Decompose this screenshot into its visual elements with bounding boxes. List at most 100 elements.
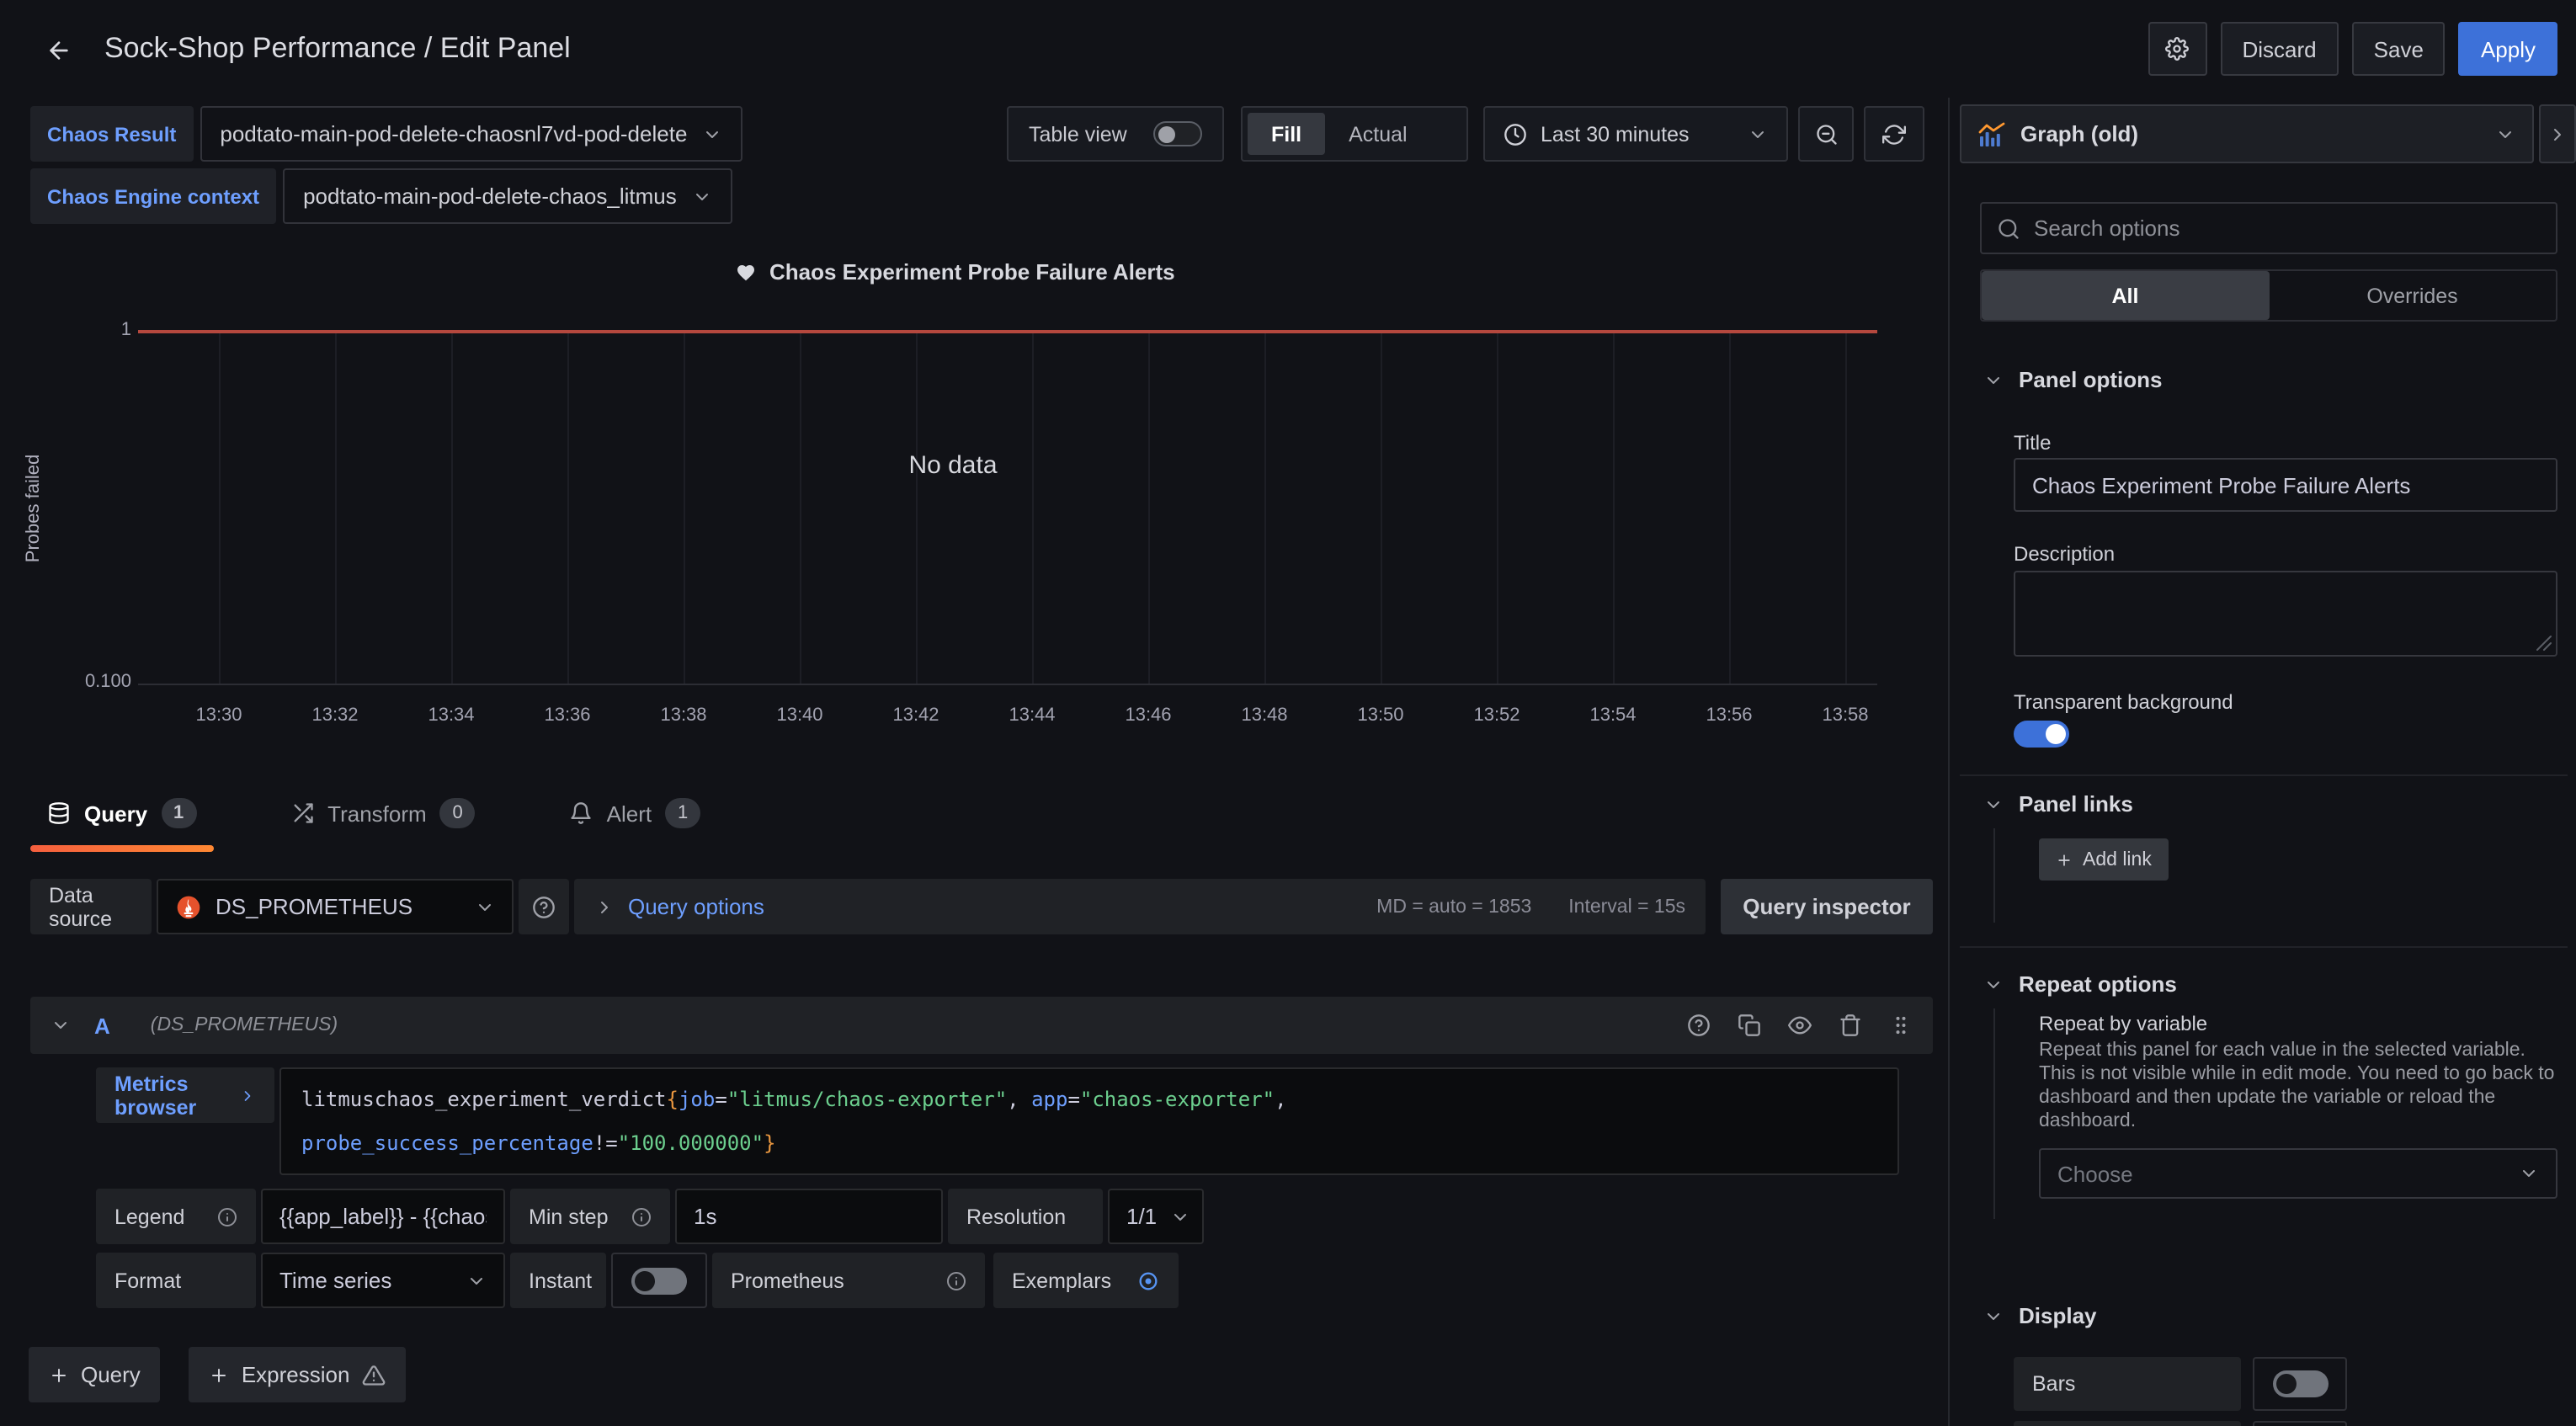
datasource-help-button[interactable] bbox=[519, 879, 569, 934]
trash-icon[interactable] bbox=[1839, 1014, 1862, 1037]
visualization-picker[interactable]: Graph (old) bbox=[1960, 104, 2534, 163]
tab-label: Query bbox=[84, 801, 147, 826]
plot-area[interactable] bbox=[138, 332, 1877, 684]
copy-icon[interactable] bbox=[1738, 1014, 1761, 1037]
x-tick-label: 13:58 bbox=[1822, 705, 1868, 726]
tab-label: Alert bbox=[607, 801, 652, 826]
legend-input[interactable] bbox=[261, 1189, 505, 1244]
back-button[interactable] bbox=[37, 29, 81, 72]
gridline bbox=[1032, 332, 1034, 684]
table-view-toggle[interactable] bbox=[1153, 121, 1202, 146]
time-range-label: Last 30 minutes bbox=[1541, 122, 1690, 146]
tab-transform[interactable]: Transform 0 bbox=[274, 791, 492, 852]
bars-toggle[interactable] bbox=[2272, 1370, 2328, 1397]
repeat-description: Repeat this panel for each value in the … bbox=[2039, 1039, 2557, 1133]
refresh-button[interactable] bbox=[1864, 106, 1924, 162]
section-panel-links[interactable]: Panel links bbox=[1983, 791, 2133, 817]
x-axis-line bbox=[138, 684, 1877, 685]
query-options-bar: Query options MD = auto = 1853 Interval … bbox=[574, 879, 1706, 934]
chevron-down-icon bbox=[1983, 794, 2004, 814]
drag-handle-icon[interactable] bbox=[1889, 1014, 1913, 1037]
metrics-browser-button[interactable]: Metrics browser bbox=[96, 1067, 274, 1123]
panel-description-textarea[interactable] bbox=[2014, 571, 2557, 657]
section-panel-options[interactable]: Panel options bbox=[1983, 367, 2162, 392]
promql-token: app bbox=[1031, 1088, 1067, 1111]
variable-label: Chaos Engine context bbox=[30, 168, 276, 224]
datasource-picker[interactable]: DS_PROMETHEUS bbox=[157, 879, 514, 934]
section-guide-line bbox=[1993, 1008, 1995, 1219]
chart-title-text: Chaos Experiment Probe Failure Alerts bbox=[769, 259, 1175, 285]
dashboard-variables: Chaos Result podtato-main-pod-delete-cha… bbox=[30, 106, 742, 224]
promql-token: = bbox=[1067, 1088, 1079, 1111]
exemplar-target-icon[interactable] bbox=[1136, 1269, 1160, 1292]
actual-option[interactable]: Actual bbox=[1325, 113, 1431, 155]
x-tick-label: 13:42 bbox=[892, 705, 939, 726]
time-range-picker[interactable]: Last 30 minutes bbox=[1483, 106, 1788, 162]
filter-tab-all[interactable]: All bbox=[1982, 271, 2269, 320]
angle-right-icon bbox=[239, 1087, 256, 1104]
apply-button[interactable]: Apply bbox=[2459, 22, 2557, 76]
min-step-input[interactable] bbox=[675, 1189, 943, 1244]
chevron-down-icon[interactable] bbox=[51, 1015, 71, 1035]
options-search[interactable] bbox=[1980, 202, 2557, 254]
info-circle-icon[interactable] bbox=[946, 1270, 966, 1290]
variable-value-dropdown[interactable]: podtato-main-pod-delete-chaosnl7vd-pod-d… bbox=[200, 106, 742, 162]
chevron-down-icon bbox=[1983, 370, 2004, 390]
fill-option[interactable]: Fill bbox=[1248, 113, 1325, 155]
gridline bbox=[335, 332, 337, 684]
section-display[interactable]: Display bbox=[1983, 1303, 2097, 1328]
datasource-name: DS_PROMETHEUS bbox=[216, 894, 412, 919]
panel-settings-button[interactable] bbox=[2148, 22, 2207, 76]
database-icon bbox=[47, 801, 71, 825]
variable-value: podtato-main-pod-delete-chaosnl7vd-pod-d… bbox=[220, 121, 687, 146]
promql-editor[interactable]: litmuschaos_experiment_verdict{job="litm… bbox=[279, 1067, 1899, 1175]
add-link-button[interactable]: Add link bbox=[2039, 838, 2169, 881]
variable-value: podtato-main-pod-delete-chaos_litmus bbox=[303, 184, 677, 209]
query-inspector-button[interactable]: Query inspector bbox=[1721, 879, 1933, 934]
format-select[interactable]: Time series bbox=[261, 1253, 505, 1308]
query-row-header[interactable]: A (DS_PROMETHEUS) bbox=[30, 997, 1933, 1054]
variable-chaos-result: Chaos Result podtato-main-pod-delete-cha… bbox=[30, 106, 742, 162]
tab-query[interactable]: Query 1 bbox=[30, 791, 213, 852]
repeat-variable-select[interactable]: Choose bbox=[2039, 1148, 2557, 1199]
gridline bbox=[1381, 332, 1382, 684]
section-repeat-options[interactable]: Repeat options bbox=[1983, 971, 2177, 997]
promql-token: != bbox=[593, 1131, 618, 1155]
variable-label: Chaos Result bbox=[30, 106, 193, 162]
discard-button[interactable]: Discard bbox=[2221, 22, 2339, 76]
min-step-field-label: Min step bbox=[510, 1189, 670, 1244]
help-circle-icon[interactable] bbox=[1687, 1014, 1711, 1037]
info-circle-icon[interactable] bbox=[217, 1206, 237, 1226]
max-data-points: MD = auto = 1853 bbox=[1376, 897, 1531, 917]
add-expression-button[interactable]: Expression bbox=[189, 1347, 406, 1402]
add-query-button[interactable]: Query bbox=[29, 1347, 161, 1402]
resize-corner-icon[interactable] bbox=[2536, 635, 2552, 652]
panel-title-input-field[interactable] bbox=[2032, 472, 2539, 498]
gridline bbox=[1264, 332, 1266, 684]
filter-tab-overrides[interactable]: Overrides bbox=[2269, 271, 2556, 320]
panel-title-input[interactable] bbox=[2014, 458, 2557, 512]
eye-icon[interactable] bbox=[1788, 1014, 1812, 1037]
options-search-input[interactable] bbox=[2034, 215, 2541, 241]
query-options-link[interactable]: Query options bbox=[628, 894, 764, 919]
promql-line-2: probe_success_percentage!="100.000000"} bbox=[301, 1121, 1877, 1165]
variable-value-dropdown[interactable]: podtato-main-pod-delete-chaos_litmus bbox=[283, 168, 732, 224]
tab-alert[interactable]: Alert 1 bbox=[553, 791, 717, 852]
min-step-input-field[interactable] bbox=[694, 1204, 924, 1229]
no-data-message: No data bbox=[869, 451, 1037, 480]
table-view-control: Table view bbox=[1007, 106, 1224, 162]
info-circle-icon[interactable] bbox=[631, 1206, 652, 1226]
transparent-background-toggle[interactable] bbox=[2014, 721, 2069, 748]
threshold-line bbox=[138, 330, 1877, 333]
resolution-select[interactable]: 1/1 bbox=[1108, 1189, 1204, 1244]
search-icon bbox=[1997, 216, 2020, 240]
chevron-down-icon bbox=[475, 897, 495, 917]
x-tick-label: 13:34 bbox=[428, 705, 474, 726]
gridline bbox=[1497, 332, 1498, 684]
save-button[interactable]: Save bbox=[2352, 22, 2446, 76]
instant-toggle[interactable] bbox=[631, 1267, 687, 1294]
zoom-out-button[interactable] bbox=[1798, 106, 1854, 162]
collapse-options-pane-button[interactable] bbox=[2539, 104, 2576, 163]
chevron-down-icon bbox=[702, 124, 722, 144]
legend-input-field[interactable] bbox=[279, 1204, 487, 1229]
